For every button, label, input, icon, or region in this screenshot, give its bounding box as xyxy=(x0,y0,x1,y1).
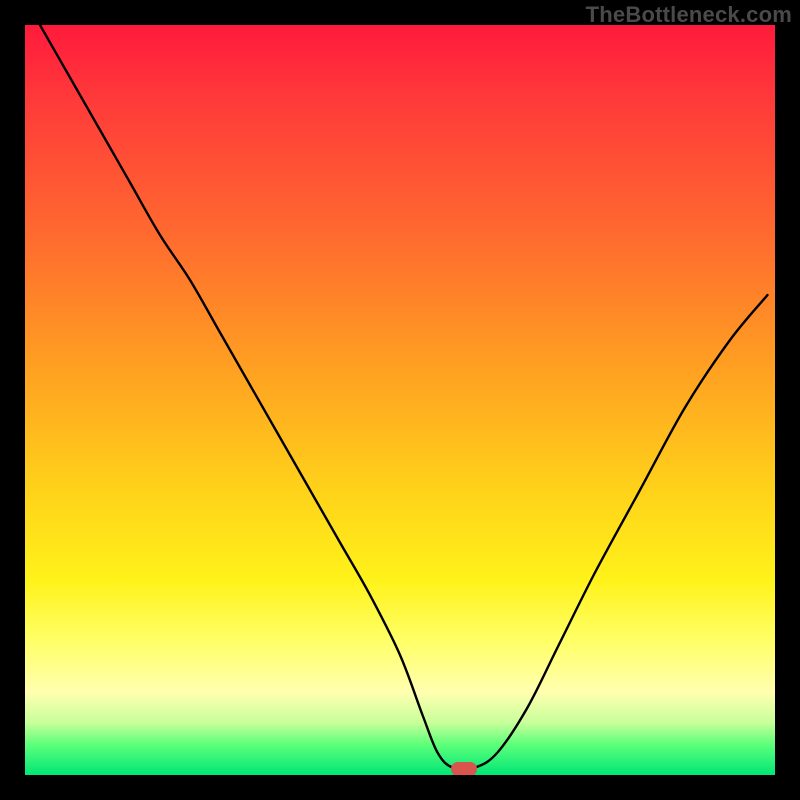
watermark: TheBottleneck.com xyxy=(586,2,792,28)
sweet-spot-marker xyxy=(451,762,477,775)
bottleneck-curve xyxy=(25,25,775,775)
chart-area xyxy=(25,25,775,775)
